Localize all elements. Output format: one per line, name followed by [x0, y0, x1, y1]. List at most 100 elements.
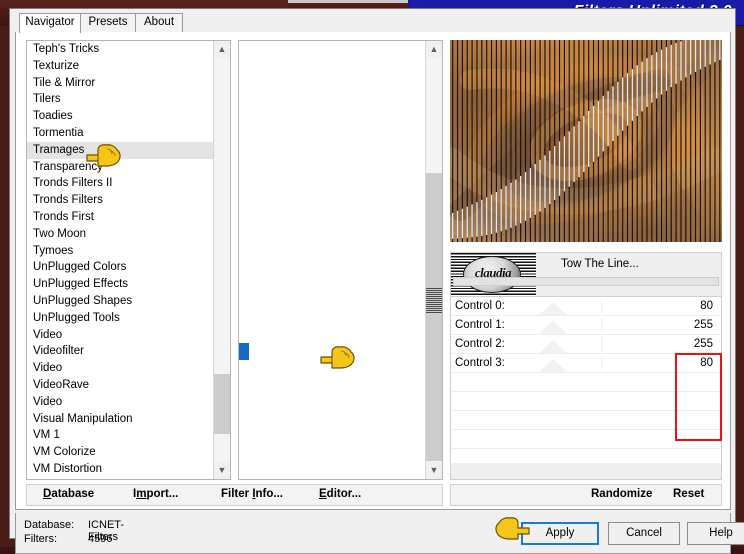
control-row[interactable]: Control 0: 80: [451, 297, 721, 316]
filter-listbox[interactable]: ▲ ▼: [238, 40, 443, 480]
list-row: [239, 293, 426, 310]
filter-list-item[interactable]: [239, 159, 426, 176]
filter-list-item[interactable]: [239, 259, 426, 276]
tab-presets[interactable]: Presets: [80, 13, 136, 32]
list-row: [239, 310, 426, 327]
filter-list-item[interactable]: [239, 125, 426, 142]
category-list-item[interactable]: Tormentia: [27, 125, 214, 142]
list-row: [239, 243, 426, 260]
filter-list-item[interactable]: [239, 327, 426, 344]
slider-thumb-icon[interactable]: [539, 359, 567, 372]
category-scroll-thumb[interactable]: [214, 374, 230, 434]
list-row: [239, 209, 426, 226]
scroll-down-icon[interactable]: ▼: [426, 462, 442, 479]
list-row: [239, 159, 426, 176]
control-value[interactable]: 255: [694, 316, 713, 334]
category-list-item[interactable]: Tronds Filters II: [27, 175, 214, 192]
filter-actions-menubar: Randomize Reset: [450, 484, 722, 506]
menu-database[interactable]: Database: [43, 488, 94, 500]
slider-tick: [601, 299, 602, 313]
category-list-item[interactable]: Videofilter: [27, 343, 214, 360]
category-list-item[interactable]: VM 1: [27, 427, 214, 444]
preview-and-controls: claudia Tow The Line... Control 0: 80 Cont…: [450, 40, 722, 487]
filter-scrollbar[interactable]: ▲ ▼: [425, 41, 442, 479]
filter-list-item[interactable]: [239, 41, 426, 58]
category-list-item[interactable]: Tymoes: [27, 243, 214, 260]
slider-tick: [601, 337, 602, 351]
filter-list-item[interactable]: [239, 310, 426, 327]
filter-list-item[interactable]: [239, 432, 426, 449]
filter-list-item[interactable]: [239, 175, 426, 192]
control-value[interactable]: 255: [694, 335, 713, 353]
menu-import[interactable]: Import...: [133, 488, 178, 500]
menu-reset[interactable]: Reset: [673, 488, 704, 500]
slider-tick: [601, 356, 602, 370]
category-list-item[interactable]: Video: [27, 360, 214, 377]
filter-list-item[interactable]: [239, 75, 426, 92]
category-list-item[interactable]: Tile & Mirror: [27, 75, 214, 92]
filter-list-item[interactable]: [239, 449, 426, 466]
category-list-item[interactable]: UnPlugged Tools: [27, 310, 214, 327]
slider-thumb-icon[interactable]: [539, 321, 567, 334]
scroll-down-icon[interactable]: ▼: [214, 462, 230, 479]
filter-list-item[interactable]: [239, 382, 426, 399]
category-list-item[interactable]: Video: [27, 394, 214, 411]
scroll-up-icon[interactable]: ▲: [426, 41, 442, 58]
filter-scroll-thumb[interactable]: [426, 173, 442, 461]
menu-editor[interactable]: Editor...: [319, 488, 361, 500]
category-scrollbar[interactable]: ▲ ▼: [213, 41, 230, 479]
apply-button[interactable]: Apply: [521, 522, 599, 545]
category-list-item[interactable]: Visual Manipulation: [27, 411, 214, 428]
menu-randomize[interactable]: Randomize: [591, 488, 652, 500]
category-list-item[interactable]: Texturize: [27, 58, 214, 75]
control-row[interactable]: Control 2: 255: [451, 335, 721, 354]
cancel-button[interactable]: Cancel: [608, 522, 680, 545]
filter-list-item[interactable]: [239, 293, 426, 310]
help-button[interactable]: Help: [687, 522, 744, 545]
list-row: [239, 75, 426, 92]
filter-list-items[interactable]: [239, 41, 426, 479]
filter-list-item[interactable]: [239, 58, 426, 75]
category-list-item[interactable]: UnPlugged Shapes: [27, 293, 214, 310]
category-list-item[interactable]: Toadies: [27, 108, 214, 125]
control-value[interactable]: 80: [700, 297, 713, 315]
category-list-items[interactable]: Teph's Tricks Texturize Tile & Mirror Tiler…: [27, 41, 214, 479]
category-listbox[interactable]: Teph's Tricks Texturize Tile & Mirror Tiler…: [26, 40, 231, 480]
category-list-item[interactable]: UnPlugged Colors: [27, 259, 214, 276]
category-list-item[interactable]: Teph's Tricks: [27, 41, 214, 58]
category-list-item[interactable]: VideoRave: [27, 377, 214, 394]
category-list-item[interactable]: Video: [27, 327, 214, 344]
filter-header: claudia Tow The Line...: [450, 252, 722, 297]
filter-list-item[interactable]: [239, 192, 426, 209]
filter-list-item[interactable]: [239, 276, 426, 293]
filter-list-item[interactable]: [239, 226, 426, 243]
filter-preview-image[interactable]: [450, 40, 722, 242]
filter-list-item[interactable]: [239, 209, 426, 226]
database-menubar: Database Import... Filter Info... Editor…: [26, 484, 443, 506]
tab-navigator[interactable]: Navigator: [19, 13, 81, 33]
tab-about[interactable]: About: [135, 13, 183, 32]
filter-list-item-selected[interactable]: [239, 343, 249, 361]
category-list-item[interactable]: Tilers: [27, 91, 214, 108]
filter-list-item[interactable]: [239, 399, 426, 416]
category-list-item[interactable]: Two Moon: [27, 226, 214, 243]
filter-list-item[interactable]: [239, 108, 426, 125]
list-row: [239, 226, 426, 243]
filter-list-item[interactable]: [239, 416, 426, 433]
list-row: [239, 192, 426, 209]
filter-list-item[interactable]: [239, 91, 426, 108]
slider-tick: [601, 318, 602, 332]
filter-list-item[interactable]: [239, 142, 426, 159]
menu-filter-info[interactable]: Filter Info...: [221, 488, 283, 500]
category-list-item[interactable]: VM Distortion: [27, 461, 214, 478]
slider-thumb-icon[interactable]: [539, 340, 567, 353]
filter-title: Tow The Line...: [561, 258, 639, 270]
control-row[interactable]: Control 1: 255: [451, 316, 721, 335]
category-list-item[interactable]: VM Colorize: [27, 444, 214, 461]
category-list-item[interactable]: Tronds First: [27, 209, 214, 226]
filter-list-item[interactable]: [239, 243, 426, 260]
category-list-item[interactable]: UnPlugged Effects: [27, 276, 214, 293]
slider-thumb-icon[interactable]: [539, 302, 567, 315]
scroll-up-icon[interactable]: ▲: [214, 41, 230, 58]
category-list-item[interactable]: Tronds Filters: [27, 192, 214, 209]
